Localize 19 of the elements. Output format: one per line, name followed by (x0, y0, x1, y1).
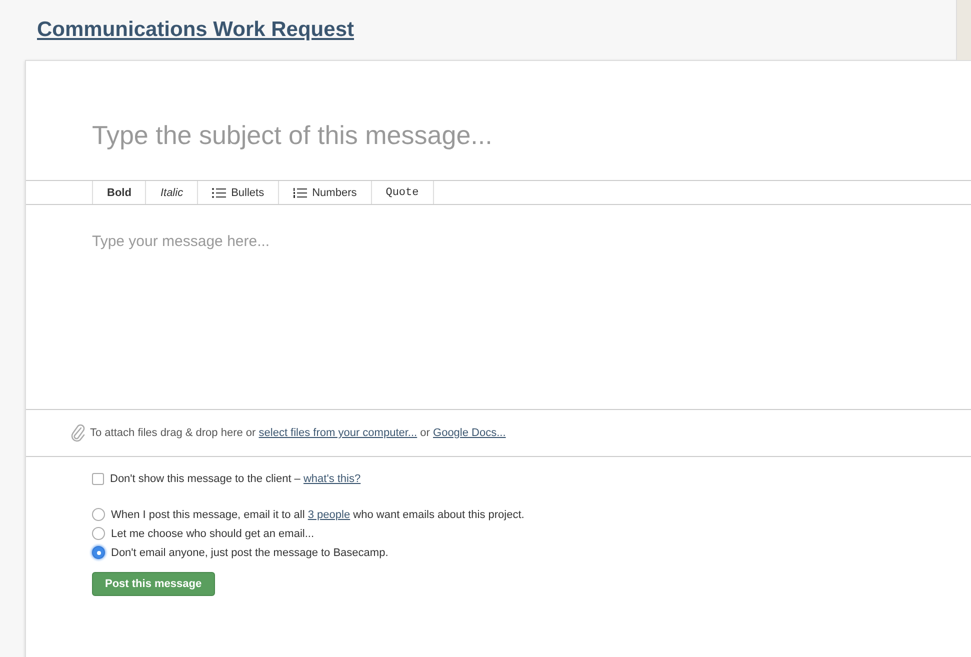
radio-label: When I post this message, email it to all 3 people who want emails about this project. (111, 508, 524, 520)
link[interactable]: Google Docs... (433, 427, 506, 439)
radio-button[interactable] (92, 527, 105, 540)
checkbox[interactable] (92, 472, 104, 484)
numbered-list-icon (293, 188, 308, 198)
link[interactable]: 3 people (308, 508, 350, 520)
project-title[interactable]: Communications Work Request (37, 18, 354, 42)
link[interactable]: what's this? (303, 472, 361, 484)
radio-label: Don't email anyone, just post the message to Basecamp. (111, 546, 388, 558)
subject-field[interactable]: Type the subject of this message... (92, 90, 792, 151)
paperclip-icon (70, 424, 86, 442)
link[interactable]: select files from your computer... (258, 427, 418, 439)
checkbox-label: Don't show this message to the client – what's this? (110, 472, 361, 484)
format-button[interactable]: Quote (370, 181, 434, 204)
radio-button[interactable] (92, 508, 105, 521)
radio-label: Let me choose who should get an email... (111, 528, 314, 540)
attach-instructions: To attach files drag & drop here or select files from your computer... or Google Docs... (90, 427, 506, 439)
bullet-list-icon (212, 188, 226, 198)
radio-button[interactable] (92, 546, 105, 559)
